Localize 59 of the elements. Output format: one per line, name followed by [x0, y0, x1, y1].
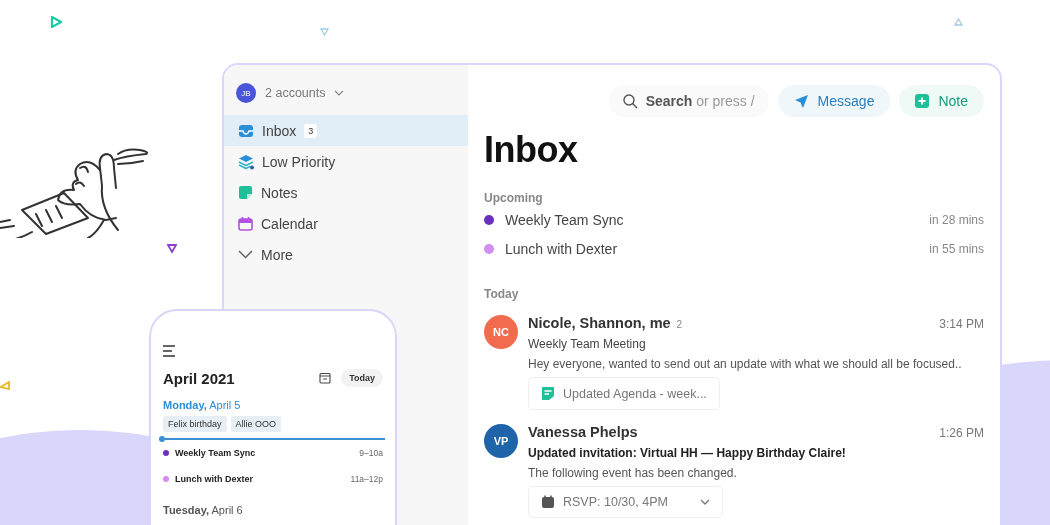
message-time: 1:26 PM: [939, 426, 984, 440]
sender-name: Nicole, Shannon, me: [528, 315, 671, 331]
sidebar-item[interactable]: Notes: [224, 177, 468, 208]
sidebar-item[interactable]: Low Priority: [224, 146, 468, 177]
page-title: Inbox: [484, 129, 579, 171]
sender-avatar: VP: [484, 424, 518, 458]
sender-name: Vanessa Phelps: [528, 424, 638, 440]
search-icon: [622, 93, 638, 109]
message-time: 3:14 PM: [939, 317, 984, 331]
day-heading: Monday, April 5: [163, 399, 242, 411]
event-time: 9–10a: [359, 448, 383, 458]
note-icon: [541, 386, 555, 401]
attachment-chip[interactable]: Updated Agenda - week...: [528, 377, 720, 410]
triangle-icon: [320, 28, 329, 36]
message-preview: Hey everyone, wanted to send out an update with what we should all be focused..: [528, 357, 963, 371]
sidebar-item[interactable]: Inbox 3: [224, 115, 468, 146]
calendar-event[interactable]: Lunch with Dexter 11a–12p: [163, 466, 383, 492]
note-icon: [238, 185, 253, 200]
calendar-event[interactable]: Weekly Team Sync 9–10a: [163, 440, 383, 466]
account-switcher[interactable]: JB 2 accounts: [224, 83, 468, 115]
today-button[interactable]: Today: [341, 369, 383, 387]
all-day-event[interactable]: Felix birthday: [163, 416, 227, 432]
sender-avatar: NC: [484, 315, 518, 349]
account-avatar: JB: [236, 83, 256, 103]
inbox-icon: [238, 123, 254, 138]
event-chip[interactable]: RSVP: 10/30, 4PM: [528, 486, 723, 518]
upcoming-event[interactable]: Weekly Team Sync in 28 mins: [484, 205, 984, 234]
menu-icon[interactable]: [163, 345, 176, 357]
chevron-down-icon: [238, 250, 253, 259]
calendar-icon: [238, 216, 253, 231]
message-button[interactable]: Message: [777, 85, 891, 117]
event-time: in 28 mins: [929, 212, 984, 227]
message-subject: Updated invitation: Virtual HH — Happy Birthday Claire!: [528, 446, 847, 460]
triangle-icon: [954, 18, 963, 26]
triangle-icon: [167, 244, 177, 253]
sidebar-item[interactable]: More: [224, 239, 468, 270]
triangle-icon: [50, 16, 62, 28]
event-time: in 55 mins: [929, 241, 984, 256]
chevron-down-icon: [334, 90, 345, 96]
sidebar-item[interactable]: Calendar: [224, 208, 468, 239]
message-preview: The following event has been changed.: [528, 466, 738, 480]
send-icon: [793, 93, 809, 109]
unread-count: 3: [304, 123, 318, 138]
search-field[interactable]: Search or press /: [608, 85, 769, 117]
upcoming-event[interactable]: Lunch with Dexter in 55 mins: [484, 234, 984, 263]
all-day-event[interactable]: Allie OOO: [230, 416, 282, 432]
day-heading: Tuesday, April 6: [163, 504, 244, 516]
plus-icon: [915, 94, 930, 108]
calendar-icon: [541, 495, 555, 509]
triangle-icon: [0, 381, 10, 390]
month-title: April 2021: [163, 369, 235, 387]
event-time: 11a–12p: [350, 474, 383, 484]
calendar-icon[interactable]: [319, 372, 332, 384]
thread-count: 2: [676, 319, 683, 330]
section-heading: Upcoming: [484, 191, 544, 205]
message-subject: Weekly Team Meeting: [528, 337, 647, 351]
section-heading: Today: [484, 287, 520, 301]
chevron-down-icon: [699, 499, 710, 505]
layers-icon: [238, 153, 254, 170]
